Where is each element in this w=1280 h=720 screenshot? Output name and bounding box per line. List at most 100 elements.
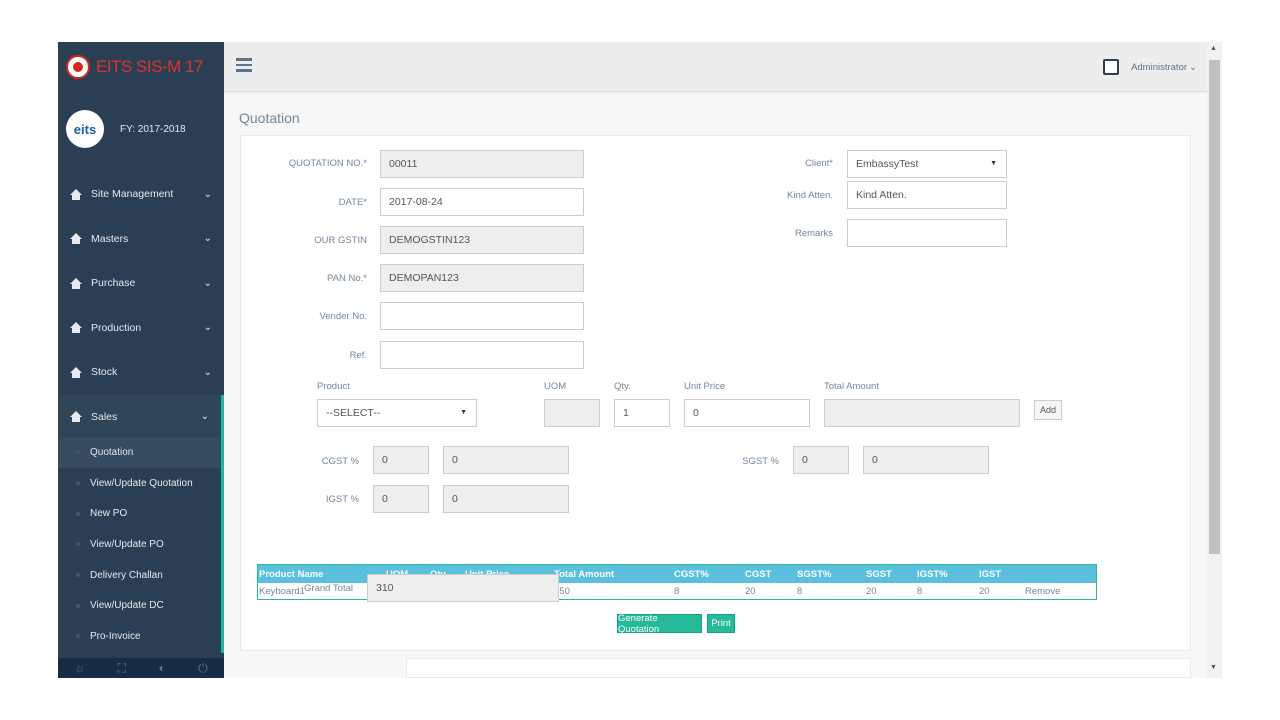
scroll-down-icon[interactable]: ▼ xyxy=(1210,664,1217,671)
submenu-item-view-update-quotation[interactable]: View/Update Quotation xyxy=(58,468,221,499)
bullet-icon xyxy=(76,573,80,578)
chevron-down-icon: ⌄ xyxy=(200,411,209,423)
kind-atten-field[interactable]: Kind Atten. xyxy=(847,181,1007,209)
igst-label: IGST % xyxy=(325,494,359,505)
grand-total-label: Grand Total xyxy=(304,583,353,594)
table-cell: 8 xyxy=(674,585,680,597)
submenu-item-pro-invoice[interactable]: Pro-Invoice xyxy=(58,621,221,652)
ref-field[interactable] xyxy=(380,341,584,369)
unit-price-header: Unit Price xyxy=(684,381,726,392)
submenu-item-label: New PO xyxy=(90,508,128,520)
unit-price-field[interactable]: 0 xyxy=(684,399,810,427)
user-name: Administrator xyxy=(1131,61,1188,73)
submenu-item-view-update-po[interactable]: View/Update PO xyxy=(58,529,221,560)
submenu-item-label: View/Update PO xyxy=(90,538,164,550)
generate-quotation-button[interactable]: Generate Quotation xyxy=(617,613,702,635)
grand-total-field[interactable]: 310 xyxy=(367,574,559,602)
pan-no-field[interactable]: DEMOPAN123 xyxy=(380,264,584,292)
remove-row-link[interactable]: Remove xyxy=(1025,586,1060,597)
uom-header: UOM xyxy=(544,381,567,392)
bullet-icon xyxy=(76,542,80,547)
sgst-rate-field[interactable]: 0 xyxy=(793,446,849,474)
our-gstin-field[interactable]: DEMOGSTIN123 xyxy=(380,226,584,254)
quotation-no-label: QUOTATION NO.* xyxy=(288,158,367,169)
chevron-down-icon: ⌄ xyxy=(203,322,212,334)
vender-no-field[interactable] xyxy=(380,302,584,330)
date-field[interactable]: 2017-08-24 xyxy=(380,188,584,216)
vender-no-label: Vender No. xyxy=(319,311,367,322)
submenu-item-label: Pro-Invoice xyxy=(90,630,141,642)
menu-toggle-icon[interactable] xyxy=(236,58,252,72)
caret-down-icon: ▼ xyxy=(460,409,467,416)
sidebar-item-purchase[interactable]: Purchase ⌄ xyxy=(58,261,224,306)
home-icon xyxy=(70,411,82,423)
brand[interactable]: EITS SIS-M 17 xyxy=(58,42,224,92)
cgst-rate-field[interactable]: 0 xyxy=(373,446,429,474)
profile: eits FY: 2017-2018 xyxy=(58,104,224,154)
table-cell: 8 xyxy=(797,585,803,597)
home-icon xyxy=(70,188,82,200)
sidebar-item-label: Production xyxy=(91,321,142,334)
sidebar-item-site-management[interactable]: Site Management ⌄ xyxy=(58,172,224,217)
product-select[interactable]: --SELECT-- ▼ xyxy=(317,399,477,427)
submenu-item-new-po[interactable]: New PO xyxy=(58,498,221,529)
sidebar-item-masters[interactable]: Masters ⌄ xyxy=(58,217,224,262)
submenu-item-label: Quotation xyxy=(90,446,134,458)
chevron-down-icon: ⌄ xyxy=(203,188,212,200)
add-item-button[interactable]: Add xyxy=(1034,400,1062,420)
sidebar-item-label: Stock xyxy=(91,366,118,379)
home-icon xyxy=(70,322,82,334)
settings-icon[interactable]: ☼ xyxy=(74,661,85,675)
column-header: IGST% xyxy=(917,568,948,580)
caret-down-icon: ⌄ xyxy=(1189,61,1197,73)
sidebar-item-label: Masters xyxy=(91,232,129,245)
remarks-label: Remarks xyxy=(794,228,833,239)
home-icon xyxy=(70,277,82,289)
submenu-item-delivery-challan[interactable]: Delivery Challan xyxy=(58,560,221,591)
client-select[interactable]: EmbassyTest ▼ xyxy=(847,150,1007,178)
column-header: Total Amount xyxy=(554,568,615,580)
cgst-amount-field[interactable]: 0 xyxy=(443,446,569,474)
sidebar-item-sales[interactable]: Sales ⌄ xyxy=(58,394,224,439)
main-content: Quotation QUOTATION NO.* 00011 DATE* 201… xyxy=(224,93,1207,678)
igst-rate-field[interactable]: 0 xyxy=(373,485,429,513)
remarks-field[interactable] xyxy=(847,219,1007,247)
bullet-icon xyxy=(76,450,80,455)
table-cell: 20 xyxy=(866,585,877,597)
lock-icon[interactable]: ◐ xyxy=(159,661,166,675)
our-gstin-label: OUR GSTIN xyxy=(314,235,367,246)
igst-amount-field[interactable]: 0 xyxy=(443,485,569,513)
sidebar-item-production[interactable]: Production ⌄ xyxy=(58,306,224,351)
scroll-up-icon[interactable]: ▲ xyxy=(1210,45,1217,52)
submenu-item-quotation[interactable]: Quotation xyxy=(58,437,221,468)
chevron-down-icon: ⌄ xyxy=(203,277,212,289)
uom-field[interactable] xyxy=(544,399,600,427)
sgst-label: SGST % xyxy=(742,456,779,467)
submenu-item-view-update-dc[interactable]: View/Update DC xyxy=(58,590,221,621)
company-logo: eits xyxy=(66,110,104,148)
fullscreen-icon[interactable]: ⛶ xyxy=(118,661,126,676)
quotation-no-field[interactable]: 00011 xyxy=(380,150,584,178)
user-menu[interactable]: Administrator ⌄ xyxy=(1103,59,1197,75)
print-button[interactable]: Print xyxy=(707,614,735,633)
brand-logo-icon xyxy=(66,55,90,79)
total-amount-field[interactable] xyxy=(824,399,1020,427)
bullet-icon xyxy=(76,481,80,486)
scroll-thumb[interactable] xyxy=(1209,60,1220,554)
bullet-icon xyxy=(76,634,80,639)
power-icon[interactable]: ⏻ xyxy=(198,661,208,676)
home-icon xyxy=(70,233,82,245)
table-cell: 20 xyxy=(979,585,990,597)
sgst-amount-field[interactable]: 0 xyxy=(863,446,989,474)
qty-header: Qty. xyxy=(614,381,631,392)
sidebar: EITS SIS-M 17 eits FY: 2017-2018 Site Ma… xyxy=(58,42,224,678)
sidebar-item-label: Sales xyxy=(91,410,118,423)
qty-field[interactable]: 1 xyxy=(614,399,670,427)
table-cell: 8 xyxy=(917,585,923,597)
sidebar-item-stock[interactable]: Stock ⌄ xyxy=(58,350,224,395)
page-scrollbar[interactable]: ▲ ▼ xyxy=(1207,42,1222,678)
cgst-label: CGST % xyxy=(321,456,359,467)
sidebar-footer: ☼ ⛶ ◐ ⏻ xyxy=(58,658,224,678)
bullet-icon xyxy=(76,603,80,608)
sales-submenu: Quotation View/Update Quotation New PO V… xyxy=(58,437,224,653)
